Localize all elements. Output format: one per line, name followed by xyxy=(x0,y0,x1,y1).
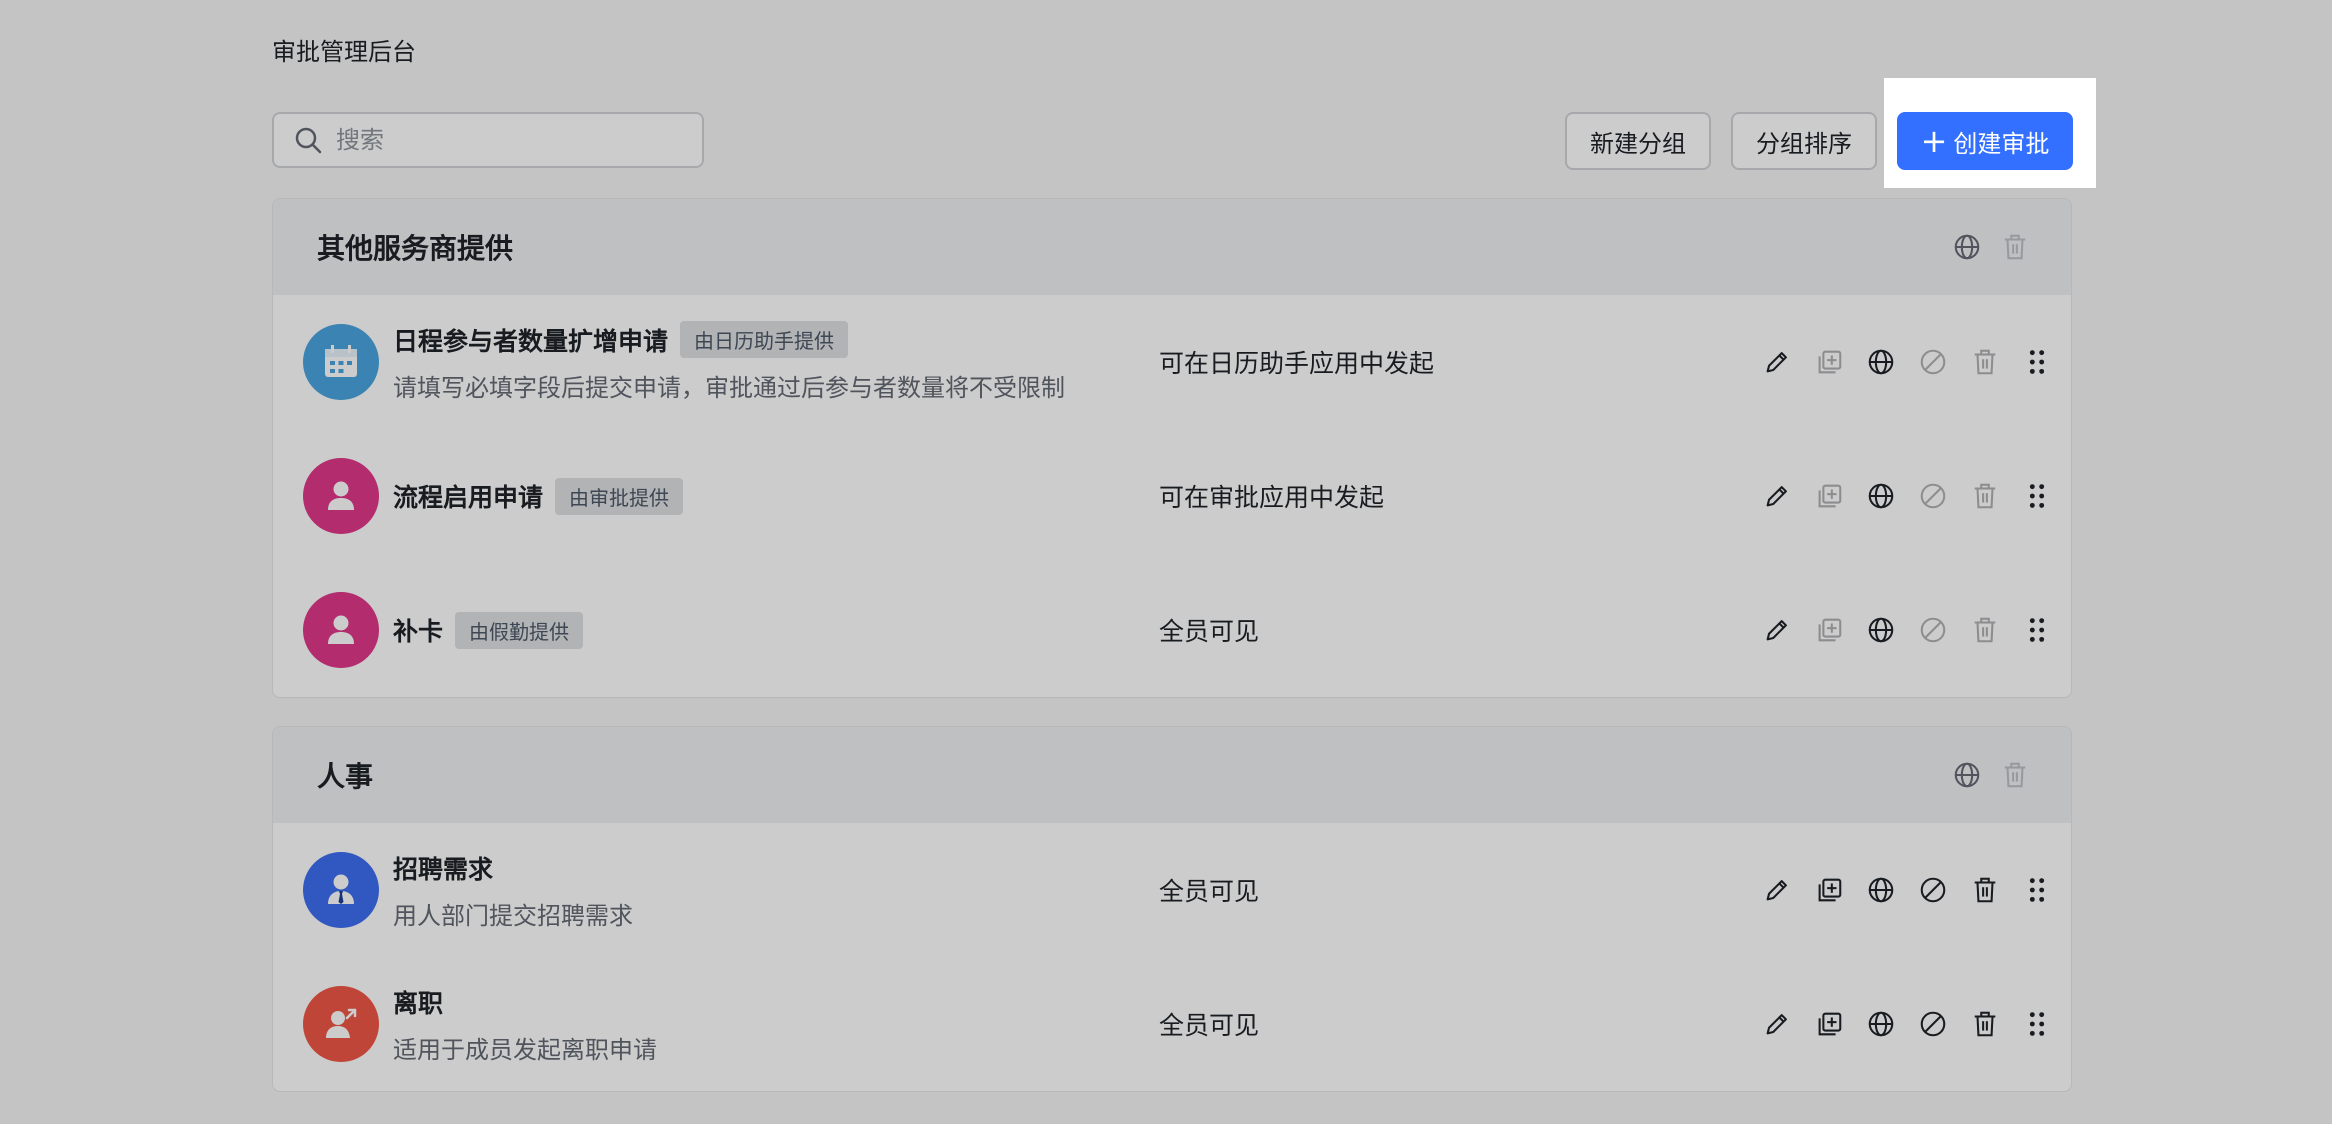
globe-icon[interactable] xyxy=(1865,614,1897,646)
copy-icon xyxy=(1813,346,1845,378)
new-group-button[interactable]: 新建分组 xyxy=(1565,112,1711,170)
globe-icon[interactable] xyxy=(1951,231,1983,263)
globe-icon[interactable] xyxy=(1865,1008,1897,1040)
person-icon xyxy=(303,592,379,668)
provider-badge: 由假勤提供 xyxy=(455,611,584,649)
disable-icon xyxy=(1917,480,1949,512)
list-item[interactable]: 流程启用申请 由审批提供 可在审批应用中发起 xyxy=(273,429,2071,563)
group-card-other-providers: 其他服务商提供 日程参与者数量扩增申请 由日历助手提供 请填写必填字段后提交申请… xyxy=(272,198,2072,698)
row-scope: 全员可见 xyxy=(1159,877,1260,906)
drag-handle-icon[interactable] xyxy=(2021,346,2053,378)
row-name: 补卡 xyxy=(393,617,444,646)
drag-handle-icon[interactable] xyxy=(2021,480,2053,512)
row-description: 适用于成员发起离职申请 xyxy=(393,1035,657,1064)
row-name: 流程启用申请 xyxy=(393,483,544,512)
list-item[interactable]: 日程参与者数量扩增申请 由日历助手提供 请填写必填字段后提交申请，审批通过后参与… xyxy=(273,295,2071,429)
copy-icon[interactable] xyxy=(1813,874,1845,906)
globe-icon[interactable] xyxy=(1865,874,1897,906)
trash-icon xyxy=(1969,480,2001,512)
sort-group-button[interactable]: 分组排序 xyxy=(1731,112,1877,170)
row-scope: 全员可见 xyxy=(1159,1011,1260,1040)
person-tie-icon xyxy=(303,852,379,928)
group-card-hr: 人事 招聘需求 用人部门提交招聘需求 全员可见 离职 适用于成员发起离职申请 全… xyxy=(272,726,2072,1092)
row-scope: 可在日历助手应用中发起 xyxy=(1159,349,1435,378)
list-item[interactable]: 离职 适用于成员发起离职申请 全员可见 xyxy=(273,957,2071,1091)
copy-icon xyxy=(1813,614,1845,646)
search-box[interactable] xyxy=(272,112,704,168)
disable-icon xyxy=(1917,614,1949,646)
row-name: 日程参与者数量扩增申请 xyxy=(393,326,669,356)
trash-icon[interactable] xyxy=(1999,759,2031,791)
trash-icon xyxy=(1969,614,2001,646)
search-icon xyxy=(292,124,324,156)
person-icon xyxy=(303,458,379,534)
edit-icon[interactable] xyxy=(1761,614,1793,646)
disable-icon xyxy=(1917,346,1949,378)
provider-badge: 由审批提供 xyxy=(555,477,684,515)
row-scope: 全员可见 xyxy=(1159,617,1260,646)
row-name: 离职 xyxy=(393,988,444,1018)
edit-icon[interactable] xyxy=(1761,874,1793,906)
row-description: 请填写必填字段后提交申请，审批通过后参与者数量将不受限制 xyxy=(393,374,1065,402)
disable-icon[interactable] xyxy=(1917,874,1949,906)
drag-handle-icon[interactable] xyxy=(2021,874,2053,906)
disable-icon[interactable] xyxy=(1917,1008,1949,1040)
drag-handle-icon[interactable] xyxy=(2021,1008,2053,1040)
row-scope: 可在审批应用中发起 xyxy=(1159,483,1385,512)
trash-icon xyxy=(1969,346,2001,378)
plus-icon: + xyxy=(1920,122,1948,160)
edit-icon[interactable] xyxy=(1761,1008,1793,1040)
globe-icon[interactable] xyxy=(1865,480,1897,512)
group-title: 其他服务商提供 xyxy=(317,232,514,265)
edit-icon[interactable] xyxy=(1761,480,1793,512)
create-approval-button[interactable]: + 创建审批 xyxy=(1897,112,2073,170)
group-header: 人事 xyxy=(273,727,2071,823)
app-frame: 审批管理后台 新建分组 分组排序 其他服务商提供 xyxy=(0,0,2332,1124)
create-approval-label: 创建审批 xyxy=(1953,129,2050,158)
edit-icon[interactable] xyxy=(1761,346,1793,378)
group-title: 人事 xyxy=(317,760,374,793)
globe-icon[interactable] xyxy=(1865,346,1897,378)
provider-badge: 由日历助手提供 xyxy=(680,321,849,358)
drag-handle-icon[interactable] xyxy=(2021,614,2053,646)
row-name: 招聘需求 xyxy=(393,854,494,884)
search-input[interactable] xyxy=(336,126,676,154)
list-item[interactable]: 补卡 由假勤提供 全员可见 xyxy=(273,563,2071,697)
group-header: 其他服务商提供 xyxy=(273,199,2071,295)
trash-icon[interactable] xyxy=(1969,874,2001,906)
row-description: 用人部门提交招聘需求 xyxy=(393,901,633,930)
trash-icon[interactable] xyxy=(1999,231,2031,263)
calendar-icon xyxy=(303,324,379,400)
person-leave-icon xyxy=(303,986,379,1062)
copy-icon[interactable] xyxy=(1813,1008,1845,1040)
copy-icon xyxy=(1813,480,1845,512)
trash-icon[interactable] xyxy=(1969,1008,2001,1040)
list-item[interactable]: 招聘需求 用人部门提交招聘需求 全员可见 xyxy=(273,823,2071,957)
globe-icon[interactable] xyxy=(1951,759,1983,791)
page-title: 审批管理后台 xyxy=(272,38,416,66)
